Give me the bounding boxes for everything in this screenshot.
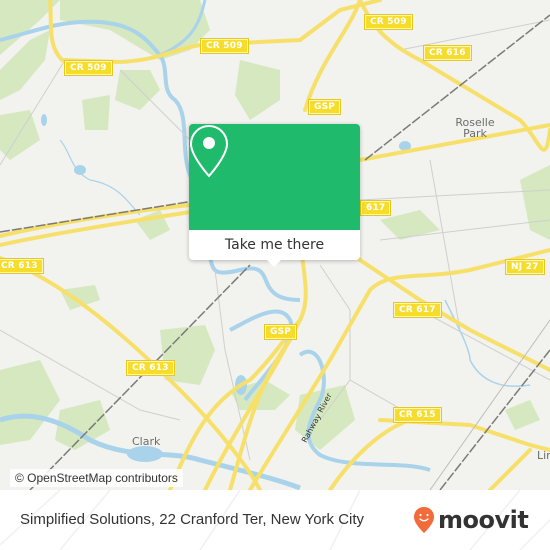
road-shield-cr617: CR 617: [394, 303, 441, 317]
popup-pointer: [265, 258, 283, 267]
footer: Simplified Solutions, 22 Cranford Ter, N…: [0, 490, 550, 550]
map-view[interactable]: CR 509 CR 509 CR 509 CR 616 GSP 617 CR 6…: [0, 0, 550, 490]
place-label-roselle-park: Roselle Park: [428, 117, 522, 139]
place-label-clark: Clark: [132, 435, 161, 448]
road-shield-cr613: CR 613: [127, 361, 174, 375]
road-shield-nj27: NJ 27: [506, 260, 544, 274]
place-label-line: Park: [463, 127, 487, 140]
road-shield-cr509: CR 509: [201, 39, 248, 53]
road-shield-cr613: CR 613: [0, 259, 43, 273]
road-shield-cr616: CR 616: [424, 46, 471, 60]
road-shield-cr617: 617: [361, 201, 391, 215]
place-label-linden: Lin: [537, 449, 550, 462]
popup-header: [189, 124, 360, 230]
moovit-pin-icon: [414, 507, 434, 533]
road-shield-cr509: CR 509: [65, 61, 112, 75]
road-shield-gsp: GSP: [265, 325, 297, 339]
moovit-logo[interactable]: moovit: [413, 506, 529, 534]
moovit-wordmark: moovit: [438, 506, 529, 534]
location-popup: Take me there: [189, 124, 360, 267]
map-attribution[interactable]: © OpenStreetMap contributors: [10, 469, 183, 487]
road-shield-gsp: GSP: [309, 100, 341, 114]
take-me-there-button[interactable]: Take me there: [189, 230, 360, 260]
road-shield-cr509: CR 509: [365, 15, 412, 29]
location-title: Simplified Solutions, 22 Cranford Ter, N…: [20, 511, 365, 528]
map-pin-icon: [189, 124, 229, 178]
road-shield-cr615: CR 615: [394, 408, 441, 422]
